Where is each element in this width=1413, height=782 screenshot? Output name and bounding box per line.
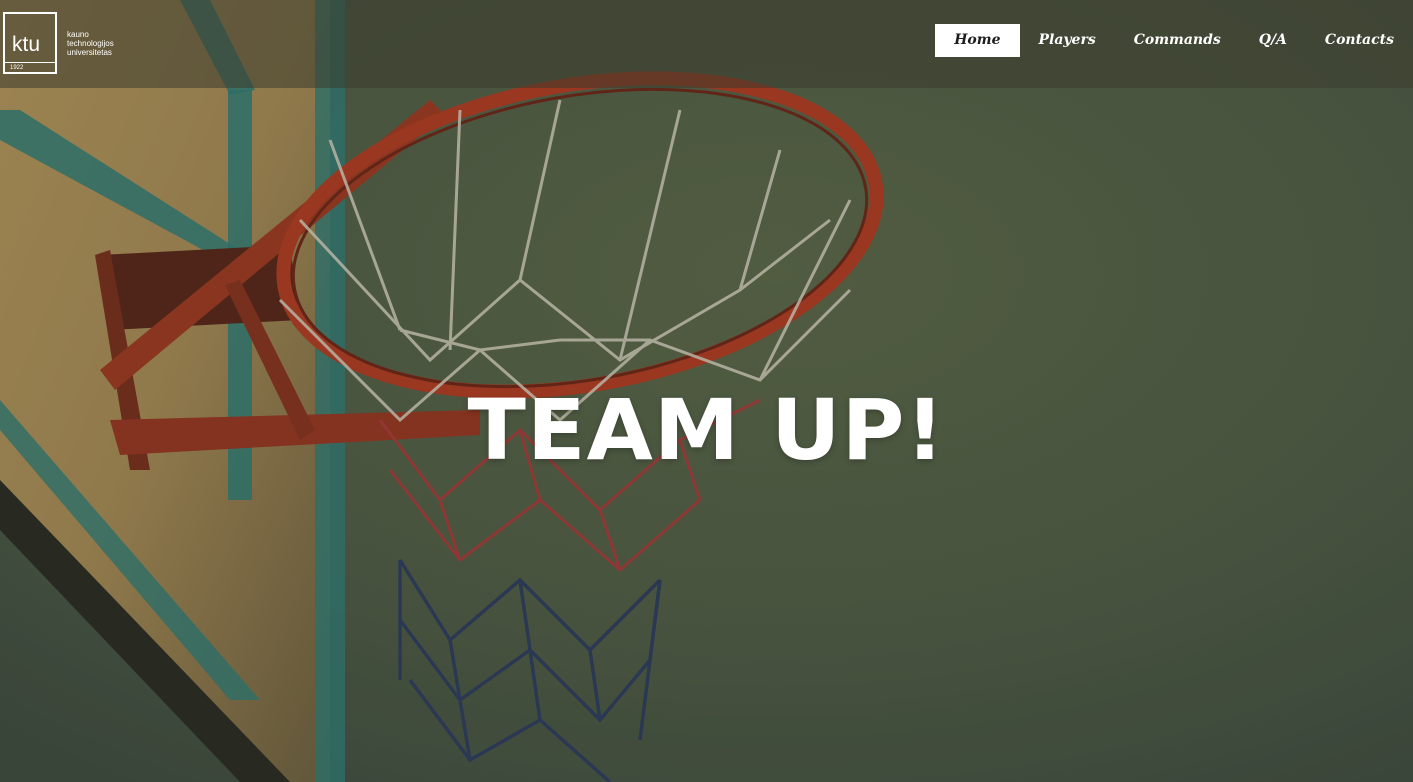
logo-mark: ktu 1922 xyxy=(3,12,57,74)
nav-players[interactable]: Players xyxy=(1020,24,1115,57)
hero-section: ktu 1922 kauno technologijos universitet… xyxy=(0,0,1413,782)
nav-home[interactable]: Home xyxy=(935,24,1020,57)
logo-divider xyxy=(5,62,55,63)
nav-commands[interactable]: Commands xyxy=(1115,24,1240,57)
logo-name-line: universitetas xyxy=(67,48,112,57)
logo-acronym: ktu xyxy=(12,33,41,56)
ktu-logo[interactable]: ktu 1922 kauno technologijos universitet… xyxy=(3,12,114,74)
nav-contacts[interactable]: Contacts xyxy=(1306,24,1413,57)
logo-name-line: kauno xyxy=(67,30,89,39)
logo-name: kauno technologijos universitetas xyxy=(67,30,114,57)
logo-name-line: technologijos xyxy=(67,39,114,48)
hero-title: TEAM UP! xyxy=(467,381,946,479)
nav-qa[interactable]: Q/A xyxy=(1240,24,1306,57)
main-navigation: Home Players Commands Q/A Contacts xyxy=(935,24,1413,57)
top-navbar: ktu 1922 kauno technologijos universitet… xyxy=(0,0,1413,88)
logo-year: 1922 xyxy=(10,65,24,71)
